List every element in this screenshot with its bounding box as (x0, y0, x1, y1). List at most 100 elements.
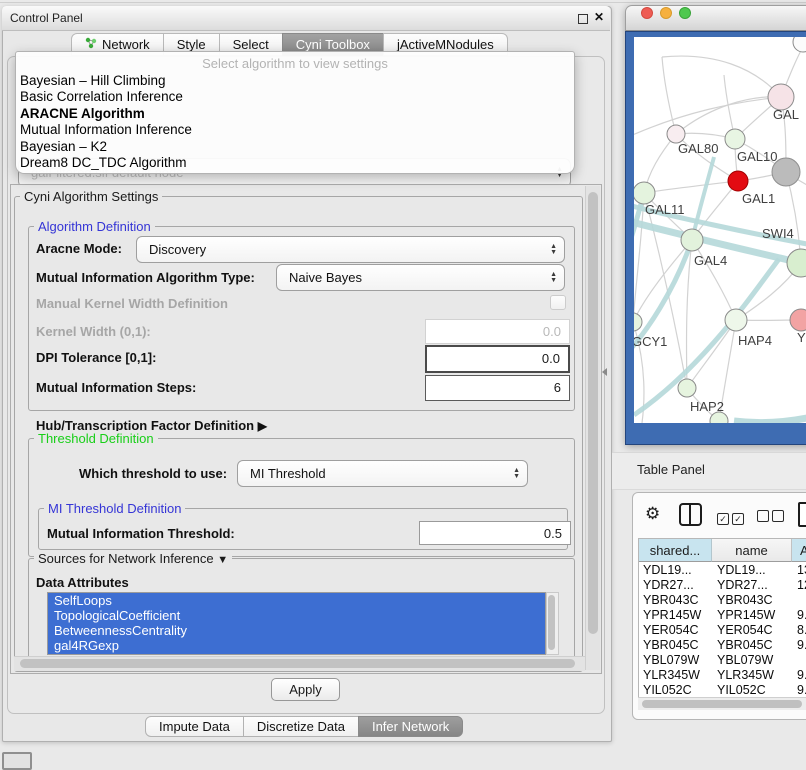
network-node[interactable] (790, 309, 806, 331)
node-label: SWI4 (762, 226, 794, 241)
bottom-tab-discretize-data[interactable]: Discretize Data (243, 716, 359, 737)
network-edge-highlighted[interactable] (692, 157, 714, 240)
scrollbar-thumb[interactable] (20, 659, 575, 668)
aracne-mode-label: Aracne Mode: (36, 241, 122, 256)
attribute-item-selfloops[interactable]: SelfLoops (48, 593, 545, 608)
attribute-item-topologicalcoefficient[interactable]: TopologicalCoefficient (48, 608, 545, 623)
bottom-tab-infer-network[interactable]: Infer Network (358, 716, 463, 737)
document-icon[interactable] (798, 502, 806, 527)
mac-zoom-icon[interactable] (679, 7, 691, 19)
float-window-icon[interactable] (578, 14, 588, 24)
node-label: GCY1 (634, 334, 667, 349)
scrollbar-thumb[interactable] (642, 700, 802, 708)
algorithm-option-bayesian-hill-climbing[interactable]: Bayesian – Hill Climbing (20, 73, 570, 89)
close-icon[interactable]: ✕ (594, 10, 604, 24)
mac-close-icon[interactable] (641, 7, 653, 19)
network-canvas[interactable]: GALGAL80GAL10GAL1GAL11SWI4GAL4GCY1HAP4YH… (634, 37, 806, 423)
network-node[interactable] (634, 182, 655, 204)
algorithm-option-dream8-dc-tdc-algorithm[interactable]: Dream8 DC_TDC Algorithm (20, 155, 570, 171)
mi-algorithm-type-combo[interactable]: Naive Bayes ▲▼ (276, 264, 565, 291)
hide-columns-icon[interactable] (757, 509, 784, 527)
table-horizontal-scrollbar[interactable] (638, 697, 806, 710)
network-node[interactable] (793, 37, 806, 52)
network-edge[interactable] (634, 240, 692, 322)
manual-kernel-width-checkbox[interactable] (550, 295, 566, 310)
table-row[interactable]: YBR045CYBR045C9. (639, 638, 806, 653)
table-row[interactable]: YBL079WYBL079W (639, 653, 806, 668)
network-node[interactable] (787, 249, 806, 277)
settings-horizontal-scrollbar[interactable] (14, 656, 585, 671)
split-columns-icon[interactable] (679, 503, 702, 526)
network-node[interactable] (681, 229, 703, 251)
network-edge[interactable] (644, 193, 687, 388)
mac-minimize-icon[interactable] (660, 7, 672, 19)
checked-box-icon: ✓ (717, 513, 729, 525)
algorithm-option-bayesian-k2[interactable]: Bayesian – K2 (20, 139, 570, 155)
table-row[interactable]: YDL19...YDL19...13 (639, 563, 806, 578)
attribute-item-gal4rgexp[interactable]: gal4RGexp (48, 638, 545, 653)
table-row[interactable]: YER054CYER054C8. (639, 623, 806, 638)
network-edge[interactable] (644, 181, 738, 193)
scrollbar-thumb[interactable] (588, 192, 598, 634)
top-divider (0, 2, 806, 3)
show-columns-icon[interactable]: ✓✓ (717, 509, 744, 527)
network-node[interactable] (678, 379, 696, 397)
data-attributes-label: Data Attributes (36, 575, 129, 590)
table-cell: 9. (797, 608, 806, 623)
combo-arrows-icon: ▲▼ (550, 244, 557, 256)
mi-algorithm-type-label: Mutual Information Algorithm Type: (36, 270, 255, 285)
algorithm-option-mutual-information-inference[interactable]: Mutual Information Inference (20, 122, 570, 138)
network-node[interactable] (725, 309, 747, 331)
table-cell: YER054C (717, 623, 773, 638)
network-node[interactable] (728, 171, 748, 191)
node-label: GAL (773, 107, 799, 122)
aracne-mode-value: Discovery (149, 237, 206, 262)
node-label: GAL10 (737, 149, 777, 164)
column-header-a[interactable]: A (792, 539, 806, 562)
table-row[interactable]: YDR27...YDR27...12 (639, 578, 806, 593)
node-label: HAP2 (690, 399, 724, 414)
dpi-tolerance-input[interactable]: 0.0 (425, 345, 570, 373)
column-header-shared[interactable]: shared... (639, 539, 712, 562)
network-edge[interactable] (687, 320, 736, 388)
scrollbar-thumb[interactable] (548, 595, 555, 650)
column-header-name[interactable]: name (712, 539, 792, 562)
mi-algorithm-type-value: Naive Bayes (289, 265, 362, 290)
node-label: GAL80 (678, 141, 718, 156)
algorithm-option-aracne-algorithm[interactable]: ARACNE Algorithm (20, 106, 570, 122)
aracne-mode-combo[interactable]: Discovery ▲▼ (136, 236, 565, 263)
network-edge[interactable] (662, 56, 781, 97)
network-view-titlebar[interactable] (625, 5, 806, 31)
which-threshold-combo[interactable]: MI Threshold ▲▼ (237, 460, 528, 487)
algorithm-option-basic-correlation-inference[interactable]: Basic Correlation Inference (20, 89, 570, 105)
sources-expander[interactable]: Sources for Network Inference ▼ (34, 551, 232, 566)
settings-vertical-scrollbar[interactable] (585, 186, 600, 670)
gear-icon[interactable]: ⚙ (645, 504, 660, 524)
table-cell: YBR045C (643, 638, 699, 653)
algorithm-dropdown-items: Bayesian – Hill ClimbingBasic Correlatio… (20, 73, 570, 171)
bottom-tab-impute-data[interactable]: Impute Data (145, 716, 244, 737)
network-node[interactable] (634, 313, 642, 331)
table-row[interactable]: YPR145WYPR145W9. (639, 608, 806, 623)
cyni-algorithm-settings-title: Cyni Algorithm Settings (20, 189, 162, 204)
table-row[interactable]: YBR043CYBR043C (639, 593, 806, 608)
mi-threshold-input[interactable]: 0.5 (419, 521, 571, 545)
table-row[interactable]: YLR345WYLR345W9. (639, 668, 806, 683)
table-row[interactable]: YIL052CYIL052C9. (639, 683, 806, 696)
node-table: shared...nameA YDL19...YDL19...13YDR27..… (638, 538, 806, 699)
apply-button[interactable]: Apply (271, 678, 340, 701)
network-edge[interactable] (692, 240, 736, 320)
kernel-width-input[interactable]: 0.0 (425, 319, 570, 344)
network-graph: GALGAL80GAL10GAL1GAL11SWI4GAL4GCY1HAP4YH… (634, 37, 806, 423)
table-cell: 9. (797, 683, 806, 696)
table-cell: 8. (797, 623, 806, 638)
splitter-collapse-icon[interactable] (602, 368, 607, 376)
mi-threshold-label: Mutual Information Threshold: (47, 526, 235, 541)
mi-steps-input[interactable]: 6 (425, 375, 570, 401)
attribute-item-betweennesscentrality[interactable]: BetweennessCentrality (48, 623, 545, 638)
network-node[interactable] (725, 129, 745, 149)
attribute-list-scrollbar[interactable] (546, 592, 559, 655)
network-edge[interactable] (676, 97, 781, 134)
network-edge-highlighted[interactable] (734, 417, 806, 423)
node-label: GAL11 (645, 202, 685, 217)
